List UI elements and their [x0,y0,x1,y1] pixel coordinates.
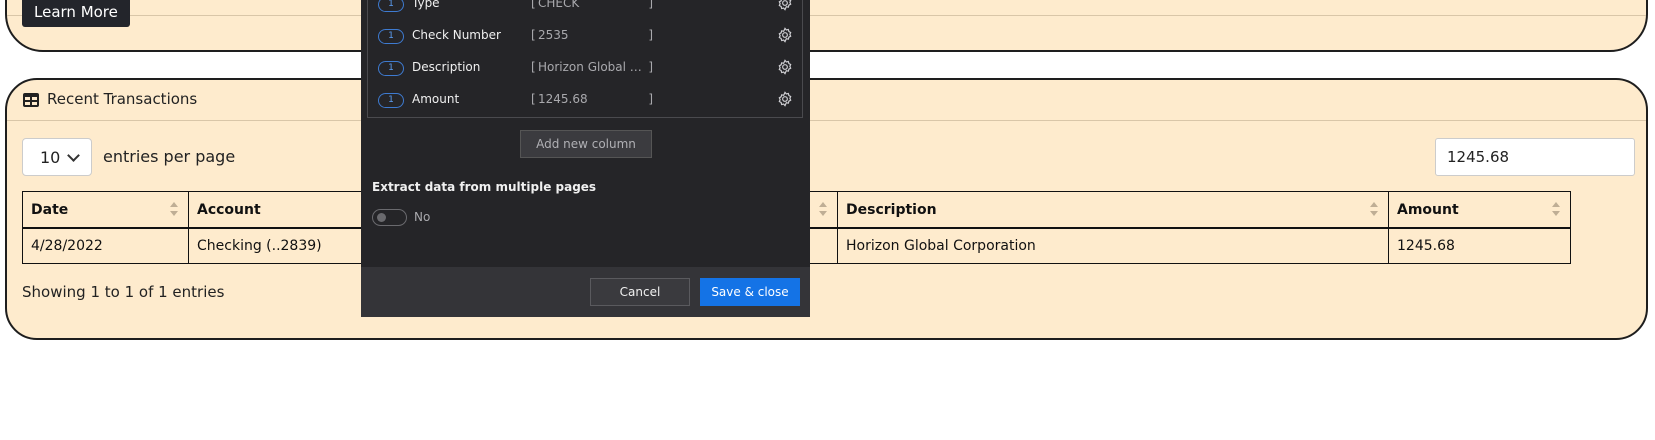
sort-icon [170,202,178,218]
chevron-down-icon [67,149,80,162]
gear-icon[interactable] [777,91,793,107]
column-list: 1 Type [CHECK] 1 Check Number [2535] 1 D… [367,0,803,118]
dialog-footer: Cancel Save & close [361,267,810,317]
column-badge: 1 [378,29,404,44]
cancel-button[interactable]: Cancel [590,278,690,306]
column-header-amount[interactable]: Amount [1388,191,1571,229]
sort-icon [1370,202,1378,218]
toggle-knob [377,213,386,222]
column-value-text: CHECK [538,0,580,10]
card-divider [7,15,1646,16]
column-row-check-number[interactable]: 1 Check Number [2535] [368,20,802,52]
column-name: Type [412,0,440,10]
showing-entries-info: Showing 1 to 1 of 1 entries [22,283,225,301]
cell-amount: 1245.68 [1388,227,1571,264]
column-header-date[interactable]: Date [22,191,189,229]
column-badge: 1 [378,93,404,108]
extract-multiple-pages-label: Extract data from multiple pages [372,180,597,194]
search-input[interactable] [1435,138,1635,176]
recent-transactions-card: Recent Transactions 10 entries per page … [5,78,1648,340]
card-title: Recent Transactions [47,90,198,108]
gear-icon[interactable] [777,27,793,43]
gear-icon[interactable] [777,0,793,11]
learn-more-button[interactable]: Learn More [22,0,130,27]
column-value-text: 1245.68 [538,92,588,106]
entries-per-page-label: entries per page [103,147,236,166]
column-value-text: 2535 [538,28,569,42]
cell-description: Horizon Global Corporation [837,227,1389,264]
column-name: Check Number [412,28,501,42]
column-header-label: Description [846,201,937,218]
column-row-amount[interactable]: 1 Amount [1245.68] [368,84,802,116]
column-name: Description [412,60,481,74]
column-extraction-dialog: 1 Type [CHECK] 1 Check Number [2535] 1 D… [361,0,810,317]
cell-date: 4/28/2022 [22,227,189,264]
extract-multiple-pages-toggle[interactable] [372,209,407,226]
add-new-column-button[interactable]: Add new column [520,130,652,158]
entries-per-page-select[interactable]: 10 [22,138,92,176]
card-header: Recent Transactions [7,80,1646,121]
column-value-text: Horizon Global Cor... [538,60,646,74]
column-header-description[interactable]: Description [837,191,1389,229]
column-header-label: Date [31,201,69,218]
column-header-label: Account [197,201,261,218]
entries-per-page-value: 10 [40,148,61,167]
gear-icon[interactable] [777,59,793,75]
top-card: Learn More [5,0,1648,52]
toggle-state-label: No [414,210,431,224]
table-icon [23,93,39,107]
sort-icon [819,202,827,218]
column-badge: 1 [378,61,404,76]
column-header-label: Amount [1397,201,1459,218]
column-row-type[interactable]: 1 Type [CHECK] [368,0,802,20]
column-badge: 1 [378,0,404,12]
column-name: Amount [412,92,460,106]
save-and-close-button[interactable]: Save & close [700,278,800,306]
sort-icon [1552,202,1560,218]
column-row-description[interactable]: 1 Description [Horizon Global Cor...] [368,52,802,84]
